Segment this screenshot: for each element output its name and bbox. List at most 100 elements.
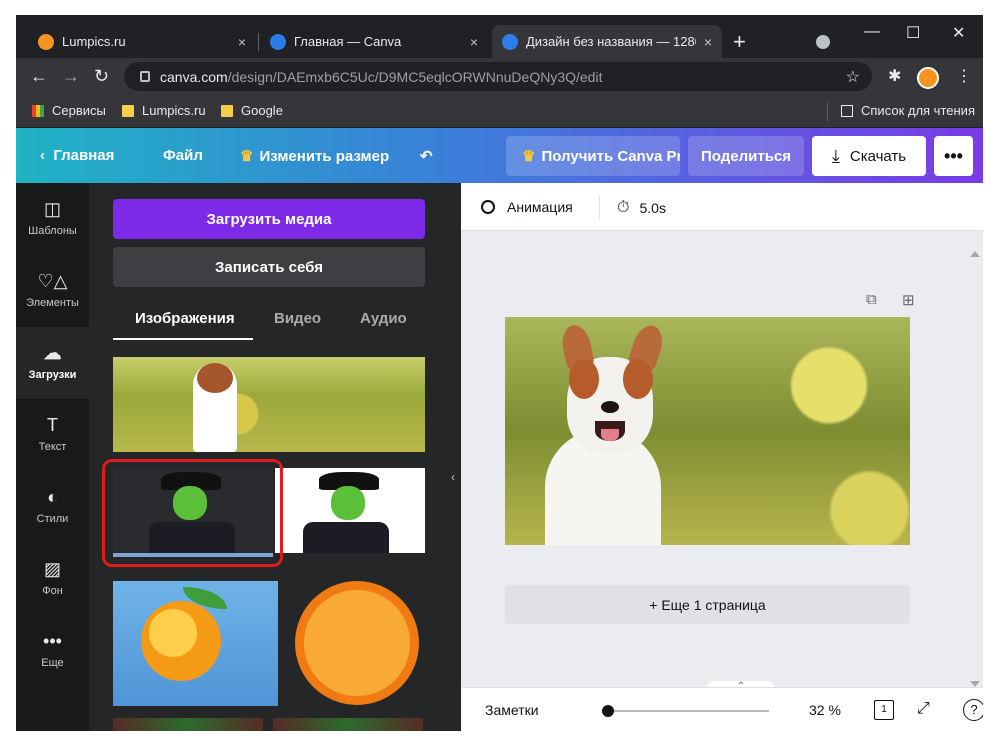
tab-video[interactable]: Видео: [274, 310, 321, 327]
reading-list[interactable]: Список для чтения: [841, 103, 975, 118]
folder-icon: [122, 104, 134, 117]
add-page-button[interactable]: + Еще 1 страница: [505, 585, 910, 624]
rail-label: Стили: [36, 513, 69, 525]
browser-window: Lumpics.ru × Главная — Canva × Дизайн бе…: [16, 15, 983, 731]
lock-icon: [140, 71, 150, 82]
rail-label: Шаблоны: [28, 225, 77, 237]
rail-item-text[interactable]: T Текст: [16, 399, 89, 471]
maximize-icon[interactable]: ☐: [906, 23, 920, 43]
background-icon: ▨: [43, 559, 61, 579]
crown-icon: ♛: [240, 148, 254, 165]
rail-label: Элементы: [26, 297, 79, 309]
uploaded-image-partial[interactable]: [273, 718, 423, 731]
record-yourself-button[interactable]: Записать себя: [113, 247, 425, 287]
resize-button[interactable]: ♛ Изменить размер: [240, 147, 389, 165]
download-icon: ⤓: [831, 145, 840, 166]
tab-images[interactable]: Изображения: [135, 310, 235, 327]
zoom-slider[interactable]: [604, 710, 769, 712]
animation-icon: [481, 200, 495, 214]
rail-item-uploads[interactable]: ☁ Загрузки: [16, 327, 89, 399]
duration-button[interactable]: ⏱ 5.0s: [617, 199, 666, 217]
bookmark-services[interactable]: Сервисы: [32, 103, 106, 118]
rail-item-elements[interactable]: ♡△ Элементы: [16, 255, 89, 327]
tab-strip: Lumpics.ru × Главная — Canva × Дизайн бе…: [16, 15, 983, 58]
tab-canva-home[interactable]: Главная — Canva ×: [260, 25, 488, 58]
toolbar-divider: [599, 195, 600, 219]
rail-label: Еще: [41, 657, 64, 669]
home-link[interactable]: ‹ Главная: [40, 147, 114, 164]
orange-fruit-shape: [141, 601, 221, 681]
canva-header: ‹ Главная Файл ♛ Изменить размер ↶ ♛ Получ…: [16, 128, 983, 183]
apps-grid-icon: [32, 104, 44, 117]
uploads-panel: Загрузить медиа Записать себя Изображени…: [89, 183, 461, 731]
bookmark-divider: [827, 103, 828, 121]
text-icon: T: [47, 415, 58, 435]
tab-close-icon[interactable]: ×: [704, 34, 712, 50]
tab-close-icon[interactable]: ×: [238, 34, 246, 50]
tab-audio[interactable]: Аудио: [360, 310, 407, 327]
profile-avatar[interactable]: [917, 67, 939, 89]
rail-item-templates[interactable]: ◫ Шаблоны: [16, 183, 89, 255]
bookmark-star-icon[interactable]: ☆: [846, 67, 860, 87]
crown-icon: ♛: [522, 148, 536, 165]
tab-title: Главная — Canva: [294, 34, 402, 49]
reading-list-icon: [841, 104, 853, 117]
design-canvas-image[interactable]: [505, 317, 910, 545]
notes-button[interactable]: Заметки: [485, 702, 539, 718]
file-menu[interactable]: Файл: [163, 147, 203, 164]
url-host: canva.com: [160, 68, 228, 85]
animation-button[interactable]: Анимация: [481, 199, 573, 215]
duplicate-page-icon[interactable]: ⧉: [866, 291, 877, 308]
get-pro-button[interactable]: ♛ Получить Canva Pro: [506, 136, 680, 176]
add-page-icon[interactable]: ⊞: [902, 291, 915, 309]
styles-icon: ◐: [47, 487, 58, 507]
dog-nose-shape: [601, 401, 619, 413]
help-button[interactable]: ?: [963, 699, 983, 721]
browser-menu-icon[interactable]: ⋮: [956, 66, 972, 86]
zoom-level[interactable]: 32 %: [809, 702, 841, 718]
rail-label: Загрузки: [28, 369, 77, 381]
zoom-slider-handle[interactable]: [602, 705, 614, 717]
tab-lumpics[interactable]: Lumpics.ru ×: [28, 25, 256, 58]
tab-divider: [258, 33, 259, 51]
uploaded-image-dog[interactable]: [113, 357, 425, 452]
rail-item-background[interactable]: ▨ Фон: [16, 543, 89, 615]
close-window-icon[interactable]: ✕: [952, 23, 965, 43]
vertical-scrollbar[interactable]: [967, 249, 983, 689]
mask-suit-shape: [303, 522, 389, 553]
collapse-panel-handle[interactable]: ‹: [445, 435, 461, 519]
uploaded-image-partial[interactable]: [113, 718, 263, 731]
undo-icon[interactable]: ↶: [420, 147, 433, 165]
rail-item-more[interactable]: ••• Еще: [16, 615, 89, 687]
minimize-icon[interactable]: —: [864, 23, 880, 41]
fullscreen-icon[interactable]: ⤢: [917, 700, 930, 718]
tab-search-icon[interactable]: [816, 35, 830, 49]
share-button[interactable]: Поделиться: [688, 136, 804, 176]
reload-icon[interactable]: ↻: [94, 66, 109, 87]
scroll-up-icon[interactable]: [970, 251, 980, 257]
address-bar[interactable]: canva.com /design/DAEmxb6C5Uc/D9MC5eqlcO…: [124, 62, 872, 91]
canva-favicon-icon: [270, 33, 286, 50]
page-count-button[interactable]: 1: [874, 700, 894, 720]
reading-list-label: Список для чтения: [861, 103, 975, 118]
tab-canva-design[interactable]: Дизайн без названия — 1280 × ×: [492, 25, 722, 58]
new-tab-icon[interactable]: +: [733, 29, 746, 55]
more-options-button[interactable]: •••: [934, 136, 973, 176]
rail-item-styles[interactable]: ◐ Стили: [16, 471, 89, 543]
bookmark-google[interactable]: Google: [221, 103, 283, 118]
forward-icon[interactable]: →: [62, 66, 80, 87]
extensions-icon[interactable]: ✱: [888, 66, 901, 86]
tab-close-icon[interactable]: ×: [470, 34, 478, 50]
active-tab-indicator: [113, 338, 253, 340]
uploads-icon: ☁: [43, 343, 62, 363]
mask-face-shape: [331, 486, 365, 520]
uploaded-image-orange[interactable]: [113, 581, 278, 706]
dog-patch-shape: [569, 359, 599, 399]
bookmark-lumpics[interactable]: Lumpics.ru: [122, 103, 206, 118]
download-button[interactable]: ⤓ Скачать: [812, 136, 926, 176]
upload-media-button[interactable]: Загрузить медиа: [113, 199, 425, 239]
uploaded-image-mask-light[interactable]: [275, 468, 425, 553]
browser-toolbar: ← → ↻ canva.com /design/DAEmxb6C5Uc/D9MC…: [16, 58, 983, 95]
back-icon[interactable]: ←: [30, 66, 48, 87]
uploaded-image-orange-slice[interactable]: [295, 581, 419, 705]
